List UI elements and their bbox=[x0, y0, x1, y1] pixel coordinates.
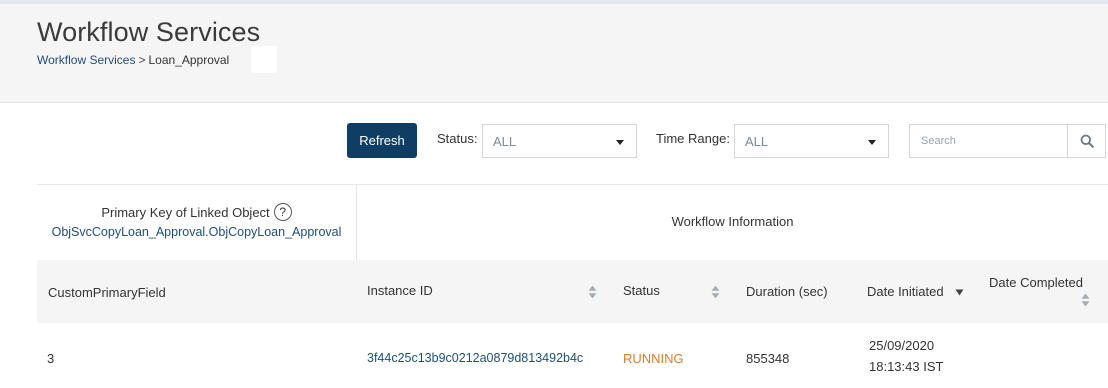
table-header-row: CustomPrimaryField Instance ID Status Du… bbox=[37, 260, 1108, 323]
column-header-status[interactable]: Status bbox=[623, 283, 660, 298]
cell-date-initiated-date: 25/09/2020 bbox=[869, 338, 935, 353]
chevron-down-icon bbox=[868, 140, 876, 145]
breadcrumb-link-workflow-services[interactable]: Workflow Services bbox=[37, 53, 135, 67]
search-box bbox=[909, 124, 1106, 158]
column-header-instance-id[interactable]: Instance ID bbox=[367, 283, 433, 298]
search-button[interactable] bbox=[1067, 125, 1105, 157]
cell-instance-id-link[interactable]: 3f44c25c13b9c0212a0879d813492b4c bbox=[367, 351, 583, 365]
sort-updown-icon[interactable] bbox=[1081, 293, 1090, 307]
help-circle-icon[interactable]: ? bbox=[273, 203, 292, 221]
header-blank-area bbox=[251, 46, 277, 73]
workflow-information-header: Workflow Information bbox=[671, 214, 794, 229]
sort-down-icon[interactable] bbox=[955, 289, 964, 296]
search-input[interactable] bbox=[910, 125, 1067, 157]
linked-object-header: Primary Key of Linked Object ? ObjSvcCop… bbox=[37, 185, 356, 260]
page-title: Workflow Services bbox=[37, 17, 261, 47]
status-filter-value: ALL bbox=[493, 133, 517, 149]
chevron-down-icon bbox=[616, 140, 624, 145]
cell-custom-primary-field: 3 bbox=[47, 351, 55, 366]
time-range-value: ALL bbox=[745, 133, 769, 149]
table-row: 3 3f44c25c13b9c0212a0879d813492b4c RUNNI… bbox=[37, 323, 1108, 388]
column-header-custom-primary-field: CustomPrimaryField bbox=[48, 285, 166, 300]
sort-updown-icon[interactable] bbox=[588, 285, 597, 299]
page-header: Workflow Services Workflow Services > Loan… bbox=[0, 4, 1108, 103]
linked-object-title: Primary Key of Linked Object bbox=[101, 204, 270, 220]
cell-duration: 855348 bbox=[746, 351, 790, 366]
linked-object-title-row: Primary Key of Linked Object ? bbox=[37, 203, 356, 221]
time-range-select[interactable]: ALL bbox=[734, 124, 889, 158]
status-filter-select[interactable]: ALL bbox=[482, 124, 637, 158]
cell-date-initiated-time: 18:13:43 IST bbox=[869, 359, 944, 374]
column-header-duration: Duration (sec) bbox=[746, 284, 828, 299]
breadcrumb: Workflow Services > Loan_Approval bbox=[37, 53, 229, 67]
column-header-date-initiated[interactable]: Date Initiated bbox=[867, 284, 944, 299]
breadcrumb-current: Loan_Approval bbox=[148, 53, 230, 67]
linked-object-value: ObjSvcCopyLoan_Approval.ObjCopyLoan_Appr… bbox=[51, 225, 342, 239]
time-range-label: Time Range: bbox=[656, 131, 730, 146]
refresh-button[interactable]: Refresh bbox=[347, 123, 417, 158]
sort-updown-icon[interactable] bbox=[711, 285, 720, 299]
cell-status: RUNNING bbox=[623, 351, 684, 366]
search-icon bbox=[1080, 134, 1094, 148]
status-filter-label: Status: bbox=[437, 131, 478, 146]
column-header-date-completed[interactable]: Date Completed bbox=[989, 275, 1083, 290]
breadcrumb-separator: > bbox=[138, 53, 146, 67]
